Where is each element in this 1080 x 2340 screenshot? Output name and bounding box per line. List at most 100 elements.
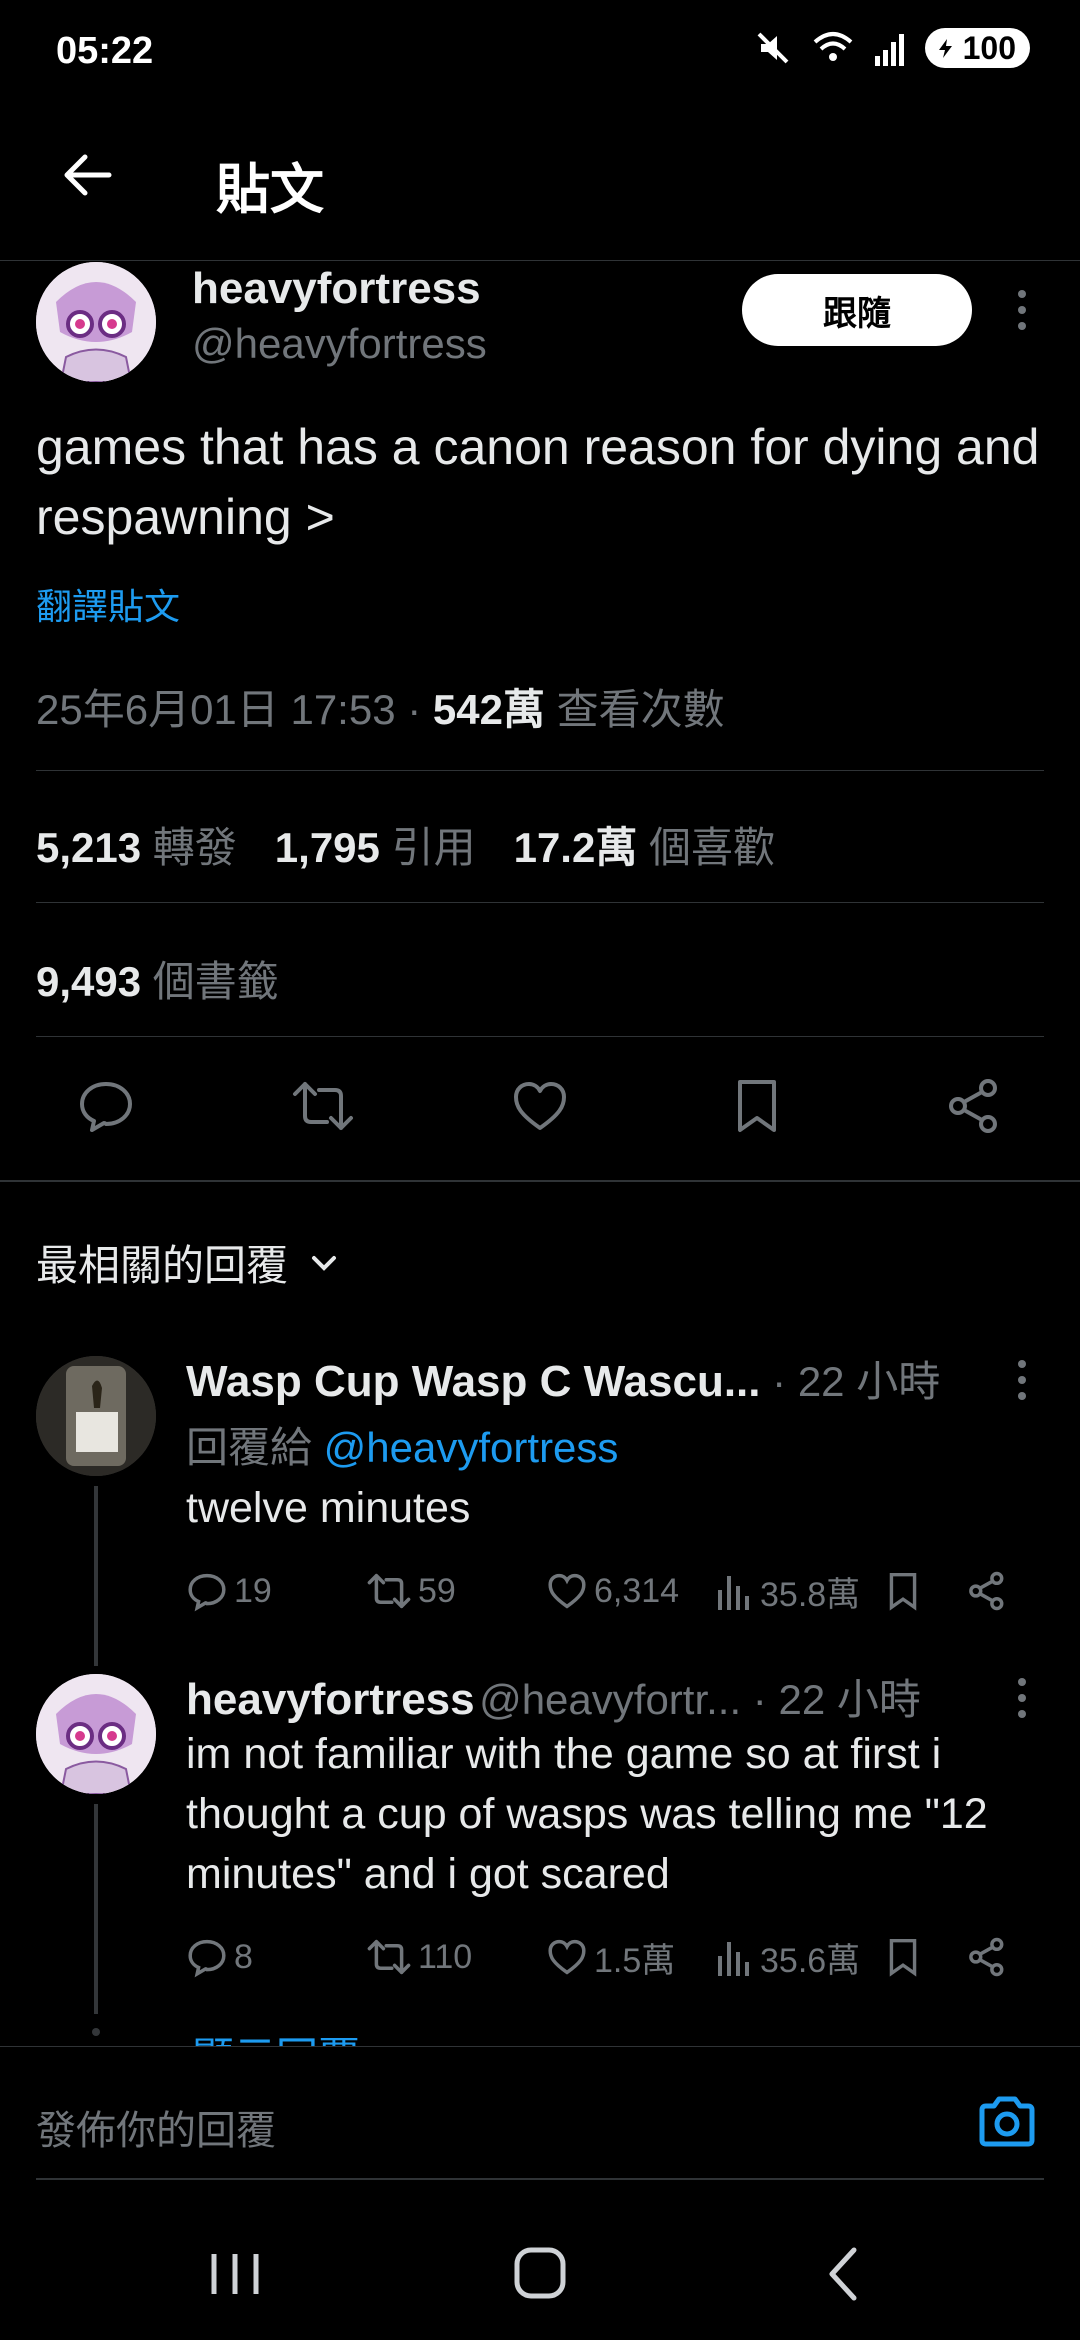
follow-button[interactable]: 跟隨	[742, 274, 972, 346]
share-icon	[969, 1571, 1004, 1611]
thread-line	[94, 1486, 98, 1666]
reply-repost-button[interactable]: 59	[366, 1570, 546, 1612]
thread-dots	[92, 2028, 100, 2036]
back-arrow-icon	[64, 154, 112, 196]
nav-recents-icon	[211, 2254, 259, 2294]
show-replies-clip: 顯示回覆	[0, 2010, 1080, 2046]
like-button[interactable]	[470, 1036, 610, 1176]
reply-more-button[interactable]	[1002, 1356, 1042, 1406]
battery-indicator: 100	[924, 28, 1030, 68]
bookmark-icon	[738, 1080, 776, 1132]
reply-share-button[interactable]	[966, 1570, 1008, 1612]
reply-text: twelve minutes	[186, 1484, 471, 1532]
likes-count: 17.2萬	[513, 824, 638, 871]
reply-comment-count: 8	[234, 1937, 253, 1976]
reply-time: · 22 小時	[741, 1676, 921, 1723]
views-icon	[718, 1576, 749, 1610]
bookmark-button[interactable]	[687, 1036, 827, 1176]
reply-repost-button[interactable]: 110	[366, 1936, 546, 1978]
nav-back-button[interactable]	[810, 2244, 880, 2304]
battery-icon	[938, 39, 952, 58]
reply-input[interactable]: 發佈你的回覆	[36, 2098, 276, 2156]
composer-underline	[36, 2178, 1044, 2180]
post-text: games that has a canon reason for dying …	[36, 419, 1040, 545]
engagement-stats: 5,213 轉發 1,795 引用 17.2萬 個喜歡	[36, 814, 775, 875]
camera-button[interactable]	[976, 2094, 1038, 2155]
bookmarks-label: 個書籤	[152, 958, 279, 1005]
reply-like-count: 1.5萬	[594, 1941, 676, 1980]
system-nav-bar	[0, 2200, 1080, 2340]
author-name[interactable]: heavyfortress	[192, 264, 481, 314]
nav-home-icon	[514, 2247, 566, 2299]
reposts-count: 5,213	[36, 824, 142, 871]
reply-like-button[interactable]: 6,314	[546, 1570, 716, 1612]
post-timestamp: 25年6月01日 17:53 ·	[36, 686, 433, 733]
reply-header: Wasp Cup Wasp C Wascu... · 22 小時	[186, 1348, 986, 1409]
wifi-icon	[813, 32, 852, 61]
reply-button[interactable]	[36, 1036, 176, 1176]
show-replies-link[interactable]: 顯示回覆	[192, 2024, 360, 2046]
chevron-down-icon	[312, 1255, 337, 1271]
reply-repost-count: 110	[418, 1937, 473, 1976]
like-icon	[548, 1573, 586, 1609]
reply-comment-button[interactable]: 19	[186, 1570, 366, 1612]
reply-bookmark-button[interactable]	[886, 1936, 966, 1978]
reply-avatar[interactable]	[36, 1356, 156, 1476]
like-icon	[548, 1939, 586, 1975]
reposts-stat[interactable]: 5,213 轉發	[36, 814, 237, 875]
reply-like-count: 6,314	[594, 1571, 680, 1610]
camera-icon	[979, 2096, 1035, 2147]
reply-to-handle[interactable]: @heavyfortress	[324, 1424, 619, 1471]
status-time: 05:22	[56, 30, 154, 72]
reply-action-row: 19 59 6,314 35.8萬	[186, 1566, 1036, 1616]
thread-line	[94, 1804, 98, 2014]
replies-sort-dropdown[interactable]: 最相關的回覆	[36, 1232, 342, 1293]
reply-views-button[interactable]: 35.6萬	[716, 1933, 886, 1982]
quotes-label: 引用	[391, 824, 476, 871]
reply-author-handle[interactable]: @heavyfortr...	[479, 1676, 741, 1723]
more-icon	[1018, 1360, 1026, 1400]
page-title: 貼文	[216, 160, 324, 220]
quotes-count: 1,795	[274, 824, 380, 871]
reply-repost-count: 59	[418, 1571, 456, 1610]
views-count: 542萬	[432, 686, 545, 733]
post-meta: 25年6月01日 17:53 · 542萬 查看次數	[36, 676, 725, 737]
reply-more-button[interactable]	[1002, 1674, 1042, 1724]
repost-button[interactable]	[253, 1036, 393, 1176]
reply-bookmark-button[interactable]	[886, 1570, 966, 1612]
translate-post-link[interactable]: 翻譯貼文	[36, 578, 180, 630]
views-label: 查看次數	[544, 686, 725, 733]
nav-recents-button[interactable]	[200, 2244, 270, 2304]
likes-stat[interactable]: 17.2萬 個喜歡	[514, 814, 775, 875]
comment-icon	[80, 1082, 132, 1132]
author-handle[interactable]: @heavyfortress	[192, 320, 487, 368]
reply-views-count: 35.8萬	[760, 1575, 861, 1614]
comment-icon	[188, 1573, 226, 1612]
share-icon	[969, 1937, 1004, 1977]
more-icon	[1018, 290, 1026, 330]
nav-back-icon	[829, 2247, 857, 2301]
reply-like-button[interactable]: 1.5萬	[546, 1933, 716, 1982]
reply-comment-button[interactable]: 8	[186, 1936, 366, 1978]
nav-home-button[interactable]	[505, 2244, 575, 2304]
reply-views-button[interactable]: 35.8萬	[716, 1567, 886, 1616]
mute-icon	[757, 32, 789, 64]
more-options-button[interactable]	[1002, 286, 1042, 336]
bookmarks-stat[interactable]: 9,493 個書籤	[36, 948, 279, 1009]
post-action-row	[36, 1036, 1044, 1176]
reposts-label: 轉發	[152, 824, 237, 871]
reply-action-row: 8 110 1.5萬 35.6萬	[186, 1932, 1036, 1982]
reply-views-count: 35.6萬	[760, 1941, 861, 1980]
share-button[interactable]	[904, 1036, 1044, 1176]
reply-author-name[interactable]: heavyfortress	[186, 1675, 475, 1724]
reply-share-button[interactable]	[966, 1936, 1008, 1978]
repost-icon	[293, 1082, 353, 1130]
back-button[interactable]	[52, 140, 122, 210]
reply-avatar[interactable]	[36, 1674, 156, 1794]
reply-author-name[interactable]: Wasp Cup Wasp C Wascu...	[186, 1357, 761, 1406]
quotes-stat[interactable]: 1,795 引用	[275, 814, 476, 875]
bookmarks-count: 9,493	[36, 958, 142, 1005]
share-icon	[949, 1079, 997, 1133]
divider	[36, 770, 1044, 771]
author-avatar[interactable]	[36, 262, 156, 382]
